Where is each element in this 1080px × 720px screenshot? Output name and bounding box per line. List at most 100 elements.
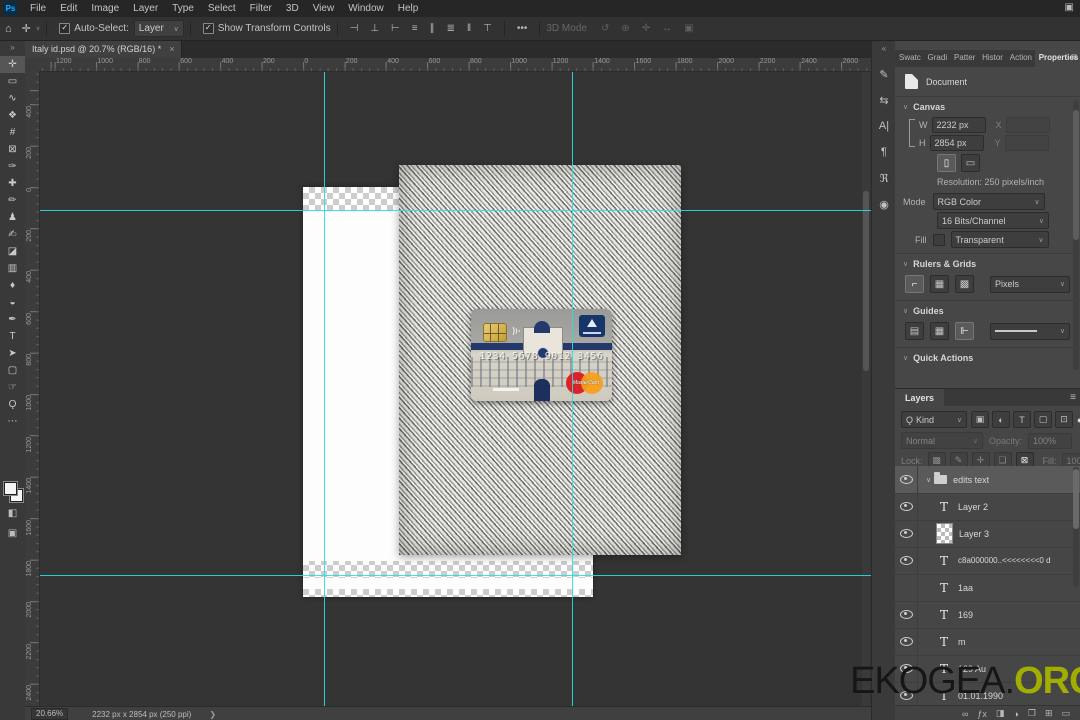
ruler-corner[interactable]	[25, 58, 40, 72]
layer-thumbnail[interactable]	[936, 523, 953, 544]
visibility-toggle[interactable]	[895, 466, 918, 493]
eraser-tool[interactable]: ◪	[0, 243, 25, 260]
menu-image[interactable]: Image	[84, 0, 126, 17]
menu-window[interactable]: Window	[341, 0, 391, 17]
document-tab[interactable]: Italy id.psd @ 20.7% (RGB/16) * ×	[25, 40, 183, 58]
tab-swatc[interactable]: Swatc	[895, 50, 924, 67]
hand-tool[interactable]: ☞	[0, 379, 25, 396]
eyedropper-tool[interactable]: ✑	[0, 158, 25, 175]
horizontal-guide[interactable]	[39, 575, 871, 576]
tab-histor[interactable]: Histor	[978, 50, 1006, 67]
distribute-left-icon[interactable]: ‖	[461, 23, 477, 34]
new-group-icon[interactable]: ❐	[1028, 708, 1036, 719]
brush-settings-icon[interactable]: ✎	[872, 61, 896, 87]
toolbar-expand-icon[interactable]: »	[0, 40, 25, 56]
credit-card-image[interactable]: 1234 5678 9012 3456 MasterCard	[471, 309, 612, 401]
quick-mask-icon[interactable]: ◧	[0, 508, 25, 519]
add-guides-icon[interactable]: ▤	[905, 322, 924, 340]
tab-action[interactable]: Action	[1006, 50, 1035, 67]
link-dimensions-icon[interactable]	[909, 119, 915, 147]
color-swatches[interactable]	[4, 482, 23, 502]
portrait-orientation-button[interactable]: ▯	[937, 154, 956, 172]
fill-swatch[interactable]	[932, 233, 945, 246]
pen-tool[interactable]: ✒	[0, 311, 25, 328]
delete-layer-icon[interactable]: ▭	[1061, 708, 1070, 719]
new-layer-icon[interactable]: ⊞	[1045, 708, 1053, 719]
vertical-ruler[interactable]: 400 200 0 200 400 600 800 1000 1200 1400 1600 1800 2…	[25, 71, 40, 706]
pixel-grid-icon[interactable]: ▩	[955, 275, 974, 293]
height-field[interactable]: 2854 px	[929, 135, 984, 151]
distribute-h-icon[interactable]: ∥	[424, 23, 441, 34]
filter-pixel-icon[interactable]: ▣	[971, 411, 989, 428]
landscape-orientation-button[interactable]: ▭	[961, 154, 980, 172]
opacity-field[interactable]: 100%	[1028, 432, 1073, 449]
blend-mode-dropdown[interactable]: Normal ∨	[901, 432, 983, 449]
menu-select[interactable]: Select	[201, 0, 243, 17]
rulers-grids-section-header[interactable]: ∨ Rulers & Grids	[903, 259, 976, 269]
grid-toggle-icon[interactable]: ▦	[930, 275, 949, 293]
rulers-toggle-icon[interactable]: ⌐	[905, 275, 924, 293]
layer-row[interactable]: T Layer 2	[895, 493, 1080, 521]
visibility-toggle[interactable]	[895, 574, 918, 601]
lock-guides-icon[interactable]: ⊩	[955, 322, 974, 340]
layer-row[interactable]: Tm	[895, 628, 1080, 656]
visibility-toggle[interactable]	[895, 628, 918, 655]
object-selection-tool[interactable]: ❖	[0, 107, 25, 124]
adjustment-layer-icon[interactable]: ◑	[1013, 709, 1018, 719]
guide-style-dropdown[interactable]: ∨	[990, 322, 1070, 340]
align-right-icon[interactable]: ⊢	[385, 23, 406, 34]
type-tool[interactable]: T	[0, 328, 25, 345]
bit-depth-dropdown[interactable]: 16 Bits/Channel ∨	[937, 212, 1049, 229]
paragraph-panel-icon[interactable]: ¶	[872, 139, 896, 165]
align-top-icon[interactable]: ≡	[406, 23, 424, 34]
libraries-panel-icon[interactable]: ◉	[872, 191, 896, 217]
layer-effects-icon[interactable]: ƒx	[977, 709, 987, 719]
vertical-guide[interactable]	[324, 71, 325, 706]
distribute-center-icon[interactable]: ⊤	[477, 23, 498, 34]
tab-patter[interactable]: Patter	[950, 50, 978, 67]
layer-row[interactable]: T 169	[895, 601, 1080, 629]
lasso-tool[interactable]: ∿	[0, 90, 25, 107]
path-select-tool[interactable]: ➤	[0, 345, 25, 362]
zoom-tool[interactable]: Ǫ	[0, 396, 25, 413]
home-icon[interactable]: ⌂	[0, 23, 17, 35]
ruler-units-dropdown[interactable]: Pixels ∨	[990, 275, 1070, 293]
auto-select-dropdown[interactable]: Layer ∨	[133, 20, 184, 37]
app-control-icon[interactable]: ▣	[1065, 2, 1074, 13]
visibility-toggle[interactable]	[895, 547, 918, 574]
tool-presets-icon[interactable]: ⇆	[872, 87, 896, 113]
zoom-level-field[interactable]: 20.66%	[31, 708, 69, 720]
filter-type-icon[interactable]: T	[1013, 411, 1031, 428]
menu-edit[interactable]: Edit	[53, 0, 84, 17]
visibility-toggle[interactable]	[895, 520, 918, 547]
align-center-h-icon[interactable]: ⊥	[364, 23, 385, 34]
expand-panels-icon[interactable]: «	[872, 40, 896, 61]
close-icon[interactable]: ×	[169, 44, 174, 54]
gradient-tool[interactable]: ▥	[0, 260, 25, 277]
menu-help[interactable]: Help	[391, 0, 426, 17]
marquee-tool[interactable]: ▭	[0, 73, 25, 90]
panel-menu-icon[interactable]: ≡	[1071, 52, 1077, 63]
canvas-section-header[interactable]: ∨ Canvas	[903, 102, 945, 112]
filter-adjustment-icon[interactable]: ◐	[992, 411, 1010, 428]
tab-layers[interactable]: Layers	[895, 389, 945, 406]
glyphs-panel-icon[interactable]: ℜ	[872, 165, 896, 191]
canvas-scrollbar[interactable]	[862, 71, 870, 706]
filter-shape-icon[interactable]: ▢	[1034, 411, 1052, 428]
guide-layout-icon[interactable]: ▦	[930, 322, 949, 340]
filter-smart-icon[interactable]: ⊡	[1055, 411, 1073, 428]
layers-scrollbar[interactable]	[1073, 467, 1079, 587]
layer-row[interactable]: Tc8a000000..<<<<<<<<0 d	[895, 547, 1080, 575]
menu-filter[interactable]: Filter	[243, 0, 279, 17]
chevron-down-icon[interactable]: ∨	[926, 476, 931, 484]
healing-brush-tool[interactable]: ✚	[0, 175, 25, 192]
visibility-toggle[interactable]	[895, 601, 918, 628]
guides-section-header[interactable]: ∨ Guides	[903, 306, 944, 316]
horizontal-ruler[interactable]: 1200 1000 800 600 400 200 0 200 400 600 800 1000 120…	[39, 58, 871, 72]
width-field[interactable]: 2232 px	[931, 117, 986, 133]
history-brush-tool[interactable]: ✍	[0, 226, 25, 243]
blur-tool[interactable]: ♦	[0, 277, 25, 294]
filter-kind-dropdown[interactable]: Ǫ Kind ∨	[901, 411, 967, 428]
menu-3d[interactable]: 3D	[279, 0, 306, 17]
tab-gradi[interactable]: Gradi	[924, 50, 950, 67]
